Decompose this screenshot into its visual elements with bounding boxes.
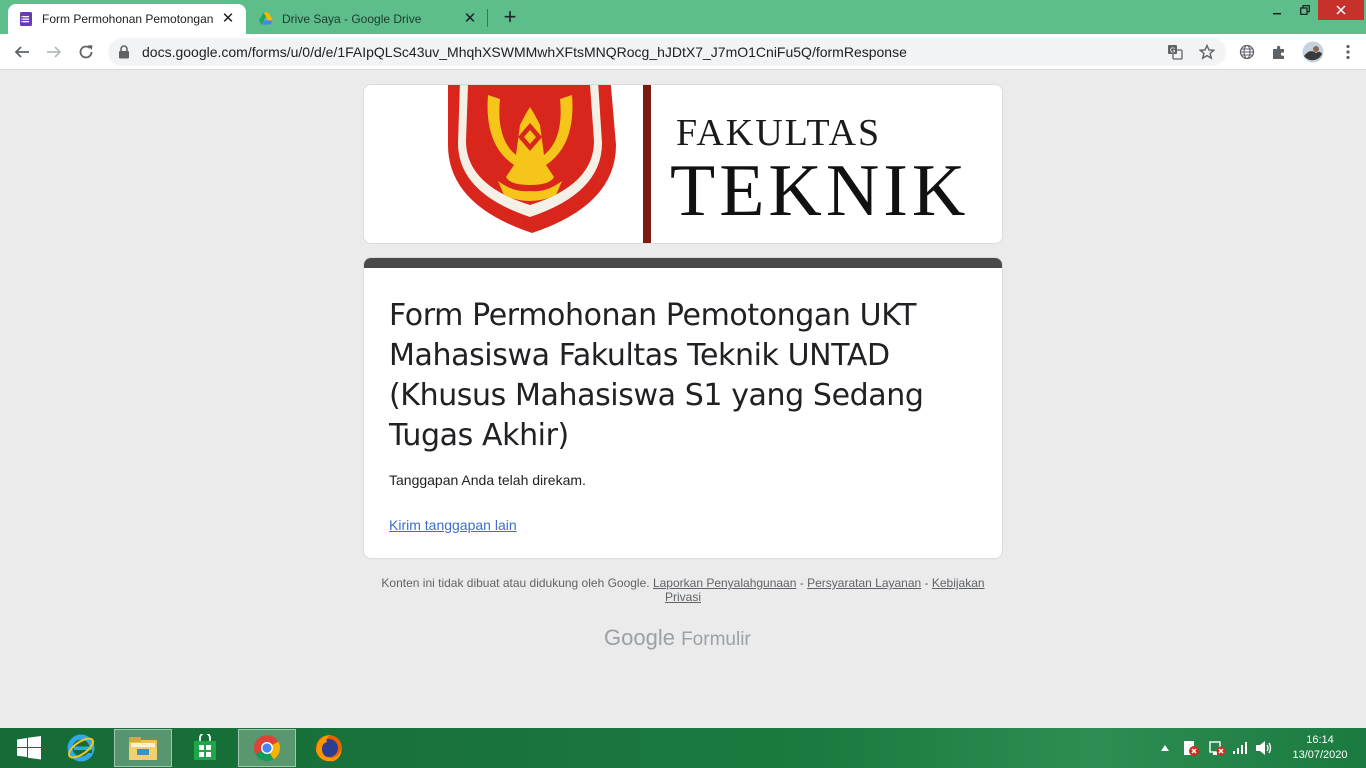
close-tab-icon[interactable]: ✕ bbox=[220, 11, 236, 27]
firefox-button[interactable] bbox=[300, 729, 358, 767]
lock-icon[interactable] bbox=[118, 45, 130, 64]
internet-explorer-icon bbox=[67, 734, 95, 762]
chrome-icon bbox=[254, 735, 281, 762]
browser-titlebar: Form Permohonan Pemotongan ✕ Drive Saya … bbox=[0, 0, 1366, 34]
action-center-icon[interactable] bbox=[1180, 738, 1202, 758]
translate-icon[interactable]: G bbox=[1166, 43, 1184, 61]
banner-line2: TEKNIK bbox=[670, 150, 969, 232]
file-explorer-button[interactable] bbox=[114, 729, 172, 767]
google-drive-icon bbox=[258, 11, 274, 27]
minimize-button[interactable] bbox=[1264, 0, 1290, 20]
back-arrow-icon bbox=[14, 46, 29, 58]
footer-disclaimer: Konten ini tidak dibuat atau didukung ol… bbox=[378, 576, 988, 604]
form-confirmation-card: Form Permohonan Pemotongan UKT Mahasiswa… bbox=[363, 257, 1003, 559]
menu-kebab-icon[interactable] bbox=[1338, 42, 1358, 62]
google-forms-logo[interactable]: Google Formulir bbox=[604, 625, 751, 651]
globe-extension-icon[interactable] bbox=[1237, 42, 1257, 62]
google-wordmark: Google bbox=[604, 625, 675, 650]
footer-separator: - bbox=[799, 576, 804, 590]
google-forms-icon bbox=[18, 11, 34, 27]
signal-strength-icon[interactable] bbox=[1230, 738, 1250, 758]
form-header-image: FAKULTAS TEKNIK bbox=[363, 84, 1003, 244]
store-icon bbox=[194, 734, 216, 760]
address-bar[interactable]: docs.google.com/forms/u/0/d/e/1FAIpQLSc4… bbox=[108, 38, 1226, 66]
tab-separator bbox=[487, 9, 488, 27]
url-text[interactable]: docs.google.com/forms/u/0/d/e/1FAIpQLSc4… bbox=[142, 44, 907, 60]
forms-wordmark: Formulir bbox=[681, 629, 751, 650]
start-button[interactable] bbox=[0, 729, 58, 767]
banner-line1: FAKULTAS bbox=[676, 112, 881, 154]
internet-explorer-button[interactable] bbox=[52, 729, 110, 767]
system-clock[interactable]: 16:14 13/07/2020 bbox=[1282, 733, 1358, 763]
chrome-button[interactable] bbox=[238, 729, 296, 767]
clock-time: 16:14 bbox=[1306, 734, 1334, 746]
forward-arrow-icon bbox=[47, 46, 62, 58]
footer-separator: - bbox=[924, 576, 929, 590]
forward-button[interactable] bbox=[42, 40, 66, 64]
store-button[interactable] bbox=[176, 729, 234, 767]
minimize-icon bbox=[1273, 13, 1281, 15]
card-accent-bar bbox=[364, 258, 1002, 268]
report-abuse-link[interactable]: Laporkan Penyalahgunaan bbox=[653, 576, 796, 590]
back-button[interactable] bbox=[10, 40, 34, 64]
svg-text:G: G bbox=[1170, 48, 1175, 55]
submit-another-response-link[interactable]: Kirim tanggapan lain bbox=[389, 517, 517, 533]
browser-toolbar: docs.google.com/forms/u/0/d/e/1FAIpQLSc4… bbox=[0, 34, 1366, 70]
close-icon bbox=[1336, 5, 1346, 15]
reload-button[interactable] bbox=[74, 40, 98, 64]
clock-date: 13/07/2020 bbox=[1292, 749, 1348, 761]
star-icon[interactable] bbox=[1198, 43, 1216, 61]
volume-icon[interactable] bbox=[1254, 738, 1274, 758]
extensions-puzzle-icon[interactable] bbox=[1269, 42, 1289, 62]
firefox-icon bbox=[316, 735, 342, 762]
start-icon bbox=[17, 736, 41, 760]
close-tab-icon[interactable]: ✕ bbox=[462, 11, 478, 27]
tab-form[interactable]: Form Permohonan Pemotongan ✕ bbox=[8, 4, 246, 34]
terms-of-service-link[interactable]: Persyaratan Layanan bbox=[807, 576, 921, 590]
restore-icon bbox=[1300, 5, 1310, 15]
tab-title: Form Permohonan Pemotongan bbox=[42, 12, 214, 26]
form-title: Form Permohonan Pemotongan UKT Mahasiswa… bbox=[389, 298, 924, 453]
show-hidden-icons-button[interactable] bbox=[1158, 738, 1172, 758]
tab-drive[interactable]: Drive Saya - Google Drive ✕ bbox=[248, 4, 488, 34]
new-tab-button[interactable]: + bbox=[499, 6, 521, 28]
profile-avatar[interactable] bbox=[1301, 40, 1325, 64]
untad-logo bbox=[448, 85, 616, 233]
close-window-button[interactable] bbox=[1318, 0, 1364, 20]
tab-title: Drive Saya - Google Drive bbox=[282, 12, 422, 26]
chevron-up-icon bbox=[1161, 745, 1169, 751]
restore-button[interactable] bbox=[1292, 0, 1318, 20]
network-wired-icon[interactable] bbox=[1206, 738, 1228, 758]
windows-taskbar bbox=[0, 728, 1366, 768]
reload-icon bbox=[79, 45, 93, 59]
confirmation-message: Tanggapan Anda telah direkam. bbox=[389, 472, 586, 488]
disclaimer-text: Konten ini tidak dibuat atau didukung ol… bbox=[381, 576, 650, 590]
fakultas-teknik-banner: FAKULTAS TEKNIK bbox=[448, 85, 969, 243]
file-explorer-icon bbox=[129, 737, 157, 760]
